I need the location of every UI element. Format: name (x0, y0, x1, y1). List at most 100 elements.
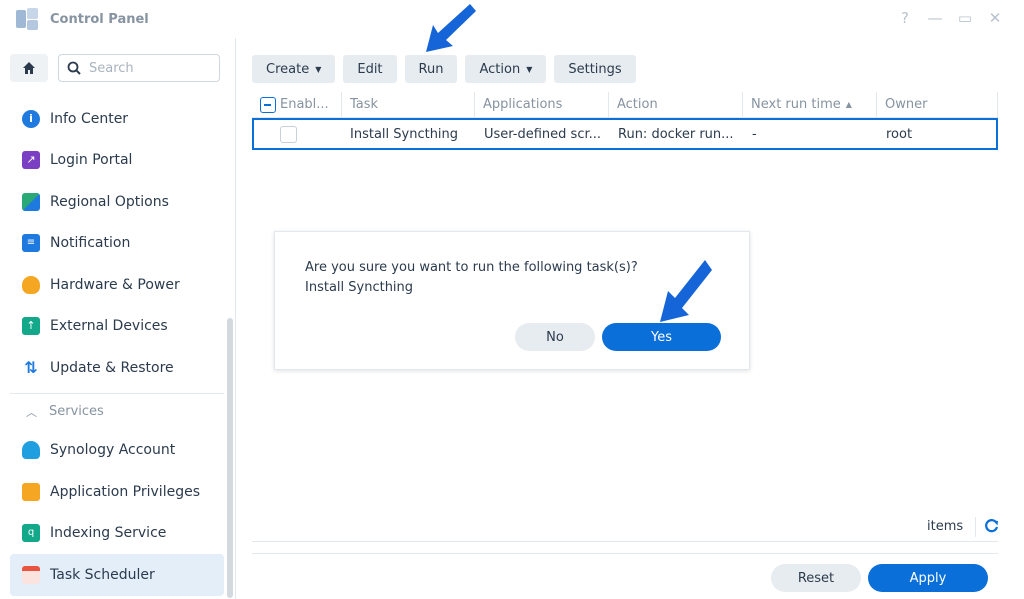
sidebar-item-indexing-service[interactable]: q Indexing Service (10, 513, 224, 555)
column-next-run-time[interactable]: Next run time ▲ (743, 92, 877, 117)
column-enabled[interactable]: Enabl... (252, 92, 342, 117)
column-label: Action (617, 97, 658, 112)
maximize-icon[interactable]: ▭ (950, 8, 980, 28)
home-button[interactable] (10, 54, 48, 82)
dialog-task-name: Install Syncthing (305, 280, 414, 295)
sidebar-item-regional-options[interactable]: Regional Options (10, 181, 224, 223)
edit-button[interactable]: Edit (343, 55, 397, 83)
sidebar-item-application-privileges[interactable]: Application Privileges (10, 471, 224, 513)
column-label: Applications (483, 97, 563, 112)
notification-icon: ≡ (22, 234, 40, 253)
sidebar-item-label: Update & Restore (50, 359, 174, 376)
lock-icon (22, 482, 40, 501)
sort-asc-icon: ▲ (845, 100, 852, 109)
sidebar-item-hardware-power[interactable]: Hardware & Power (10, 264, 224, 306)
sidebar-item-label: Notification (50, 235, 131, 252)
footer-divider (252, 553, 998, 554)
sidebar: Search i Info Center ↗ Login Portal Regi… (0, 38, 236, 599)
sidebar-item-info-center[interactable]: i Info Center (10, 98, 224, 140)
items-count: items (927, 519, 964, 534)
footer-separator (975, 517, 976, 537)
apply-button[interactable]: Apply (868, 564, 988, 592)
sidebar-item-label: Application Privileges (50, 483, 200, 500)
column-owner[interactable]: Owner (877, 92, 998, 117)
column-label: Task (350, 97, 379, 112)
settings-button[interactable]: Settings (554, 55, 636, 83)
caret-down-icon: ▼ (315, 64, 322, 74)
sidebar-item-label: Task Scheduler (50, 566, 155, 583)
refresh-icon[interactable] (984, 517, 1000, 537)
login-portal-icon: ↗ (22, 151, 40, 170)
calendar-icon (22, 565, 40, 584)
control-panel-icon (16, 8, 38, 30)
bulb-icon (22, 275, 40, 294)
arrow-pointer-yes (660, 260, 712, 322)
external-devices-icon: ↑ (22, 317, 40, 336)
cell-next-run: - (752, 126, 757, 142)
regional-options-icon (22, 192, 40, 211)
run-label: Run (418, 61, 444, 77)
column-action[interactable]: Action (609, 92, 743, 117)
section-label: Services (49, 404, 104, 419)
action-label: Action (479, 61, 521, 77)
enabled-checkbox[interactable] (280, 125, 297, 143)
toolbar: Create ▼ Edit Run Action ▼ Settings (252, 55, 636, 83)
sidebar-item-label: Regional Options (50, 193, 169, 210)
sidebar-item-label: Indexing Service (50, 525, 167, 542)
close-icon[interactable]: ✕ (980, 8, 1010, 28)
window-title: Control Panel (50, 11, 149, 27)
cell-task: Install Syncthing (350, 126, 459, 142)
sidebar-item-label: Login Portal (50, 152, 133, 169)
dialog-message: Are you sure you want to run the followi… (305, 258, 638, 298)
info-icon: i (22, 109, 40, 128)
home-icon (23, 62, 35, 74)
run-button[interactable]: Run (404, 55, 458, 83)
sidebar-item-login-portal[interactable]: ↗ Login Portal (10, 140, 224, 182)
indexing-icon: q (22, 524, 40, 543)
action-button[interactable]: Action ▼ (465, 55, 547, 83)
sidebar-item-synology-account[interactable]: Synology Account (10, 430, 224, 472)
sidebar-section-services[interactable]: ︿ Services (10, 394, 224, 430)
column-label: Next run time (751, 97, 841, 112)
cell-owner: root (886, 126, 913, 142)
cell-action: Run: docker run... (618, 126, 734, 142)
help-icon[interactable]: ? (890, 8, 920, 28)
edit-label: Edit (357, 61, 383, 77)
search-placeholder: Search (89, 60, 134, 76)
minimize-icon[interactable]: — (920, 8, 950, 28)
sidebar-item-update-restore[interactable]: ⇅ Update & Restore (10, 347, 224, 389)
settings-label: Settings (568, 61, 622, 77)
cell-application: User-defined scr... (484, 126, 602, 142)
sidebar-item-external-devices[interactable]: ↑ External Devices (10, 306, 224, 348)
caret-down-icon: ▼ (526, 64, 533, 74)
sidebar-scrollbar[interactable] (227, 318, 233, 598)
search-icon (67, 61, 81, 75)
sidebar-item-task-scheduler[interactable]: Task Scheduler (10, 554, 224, 596)
create-button[interactable]: Create ▼ (252, 55, 336, 83)
column-task[interactable]: Task (342, 92, 475, 117)
create-label: Create (266, 61, 310, 77)
footer-divider (252, 541, 998, 542)
cell-enabled (254, 120, 342, 148)
select-all-checkbox[interactable] (260, 96, 276, 113)
sidebar-item-label: Hardware & Power (50, 276, 180, 293)
sidebar-item-label: External Devices (50, 318, 168, 335)
sidebar-item-notification[interactable]: ≡ Notification (10, 223, 224, 265)
column-label: Owner (885, 97, 928, 112)
reset-button[interactable]: Reset (771, 564, 861, 592)
chevron-up-icon: ︿ (26, 405, 37, 419)
table-row[interactable]: Install Syncthing User-defined scr... Ru… (252, 118, 998, 150)
column-applications[interactable]: Applications (475, 92, 609, 117)
account-icon (22, 441, 40, 460)
column-label: Enabl... (280, 97, 329, 112)
title-bar: Control Panel ? — ▭ ✕ (0, 0, 1024, 38)
table-header: Enabl... Task Applications Action Next r… (252, 92, 998, 118)
no-button[interactable]: No (515, 323, 595, 351)
sidebar-item-label: Synology Account (50, 442, 176, 459)
yes-button[interactable]: Yes (602, 323, 721, 351)
update-restore-icon: ⇅ (24, 357, 38, 377)
arrow-pointer-run (426, 4, 476, 52)
dialog-question: Are you sure you want to run the followi… (305, 260, 638, 275)
task-table: Enabl... Task Applications Action Next r… (252, 92, 998, 150)
search-input[interactable]: Search (58, 54, 220, 82)
